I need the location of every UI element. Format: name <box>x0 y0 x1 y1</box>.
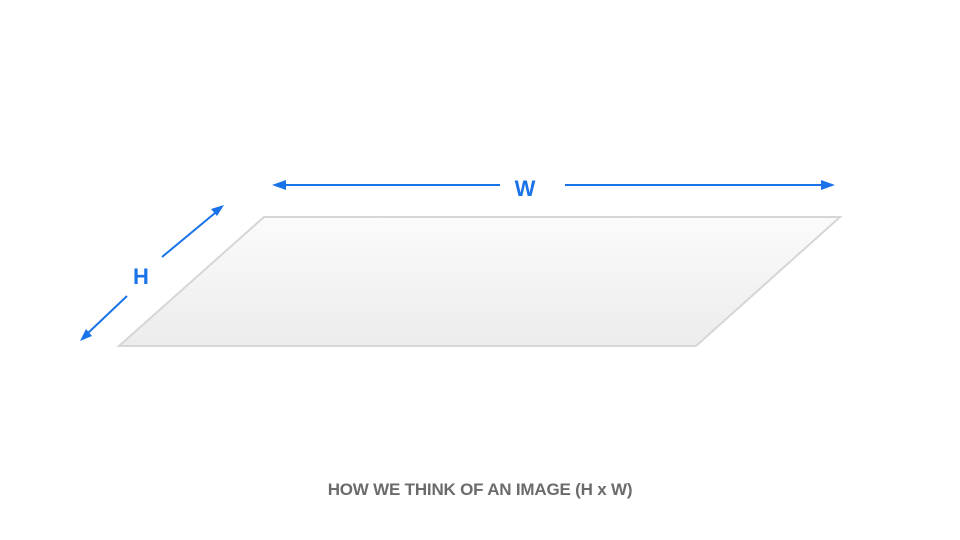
height-label: H <box>133 264 149 289</box>
diagram-canvas: W H HOW WE THINK OF AN IMAGE (H x W) <box>0 0 960 540</box>
width-arrow-right-head <box>821 180 835 190</box>
width-arrow-left-head <box>272 180 286 190</box>
height-arrow-lower-line <box>87 295 128 334</box>
height-arrow-upper-line <box>161 212 216 258</box>
image-plane-diagram: W H <box>80 176 843 347</box>
width-arrow <box>272 180 835 190</box>
width-label: W <box>515 176 536 201</box>
image-plane <box>116 216 843 347</box>
diagram-caption: HOW WE THINK OF AN IMAGE (H x W) <box>327 480 633 499</box>
